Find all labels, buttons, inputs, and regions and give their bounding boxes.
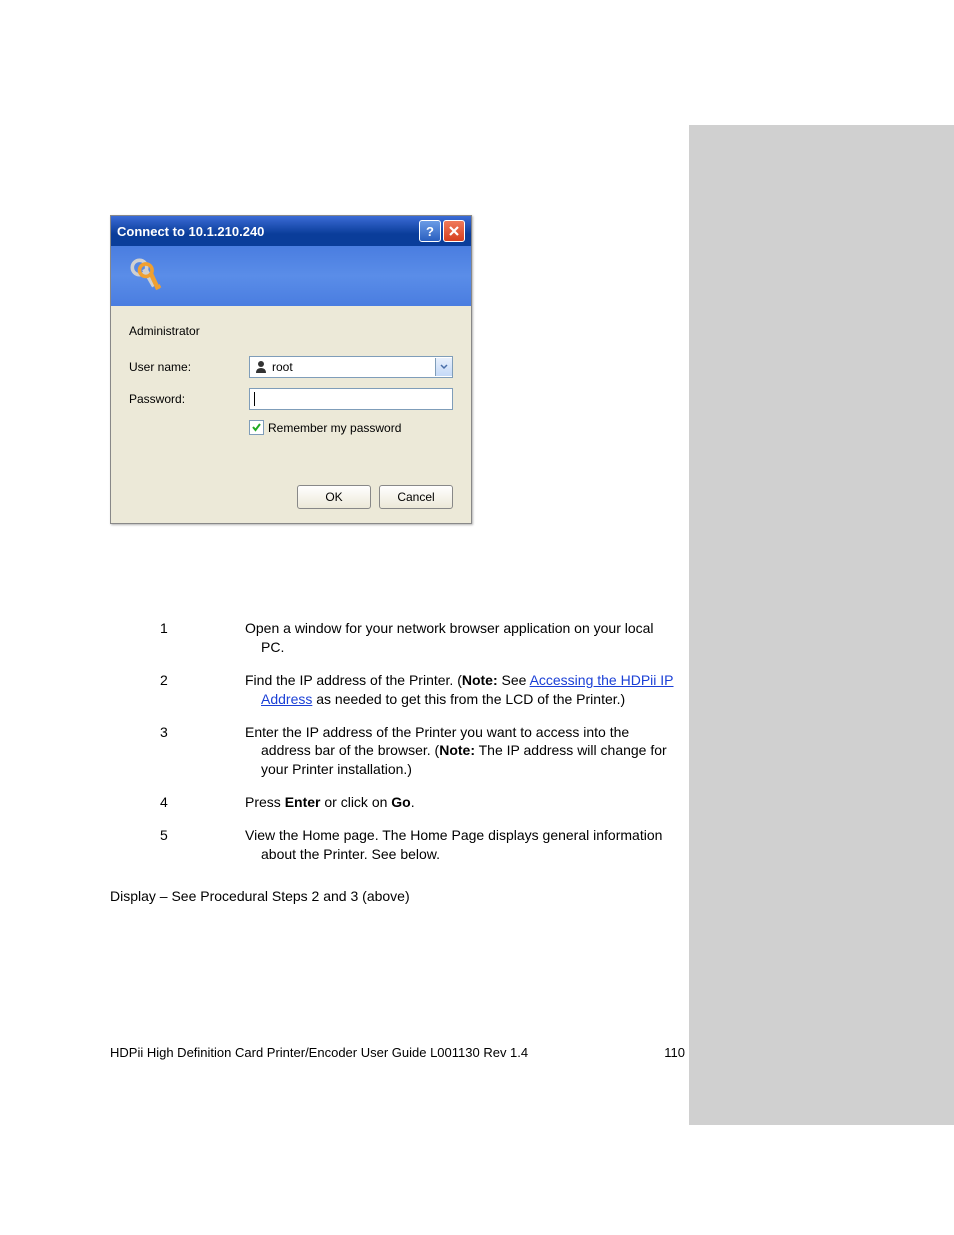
step-number: 4	[160, 793, 245, 812]
page-footer: HDPii High Definition Card Printer/Encod…	[110, 1045, 685, 1060]
password-input[interactable]	[249, 388, 453, 410]
display-caption: Display – See Procedural Steps 2 and 3 (…	[110, 888, 685, 904]
dialog-title: Connect to 10.1.210.240	[117, 224, 264, 239]
step-row: 4 Press Enter or click on Go.	[160, 793, 680, 812]
step-row: 1 Open a window for your network browser…	[160, 619, 680, 657]
help-button[interactable]: ?	[419, 220, 441, 242]
dropdown-arrow[interactable]	[435, 358, 452, 376]
keys-icon	[126, 254, 171, 299]
step-row: 5 View the Home page. The Home Page disp…	[160, 826, 680, 864]
step-number: 2	[160, 671, 245, 709]
titlebar-buttons: ?	[419, 220, 465, 242]
step-text: Find the IP address of the Printer. (Not…	[245, 671, 680, 709]
password-row: Password:	[129, 388, 453, 410]
username-row: User name: root	[129, 356, 453, 378]
step-number: 3	[160, 723, 245, 780]
step-row: 3 Enter the IP address of the Printer yo…	[160, 723, 680, 780]
step-text: Open a window for your network browser a…	[245, 619, 680, 657]
password-label: Password:	[129, 392, 249, 406]
username-value: root	[272, 360, 435, 374]
right-margin-column	[689, 125, 954, 1125]
remember-label: Remember my password	[268, 421, 401, 435]
step-text: Press Enter or click on Go.	[245, 793, 680, 812]
username-combobox[interactable]: root	[249, 356, 453, 378]
cancel-button[interactable]: Cancel	[379, 485, 453, 509]
step-number: 5	[160, 826, 245, 864]
steps-table: 1 Open a window for your network browser…	[160, 619, 680, 864]
text-cursor	[254, 392, 255, 406]
realm-label: Administrator	[129, 324, 453, 338]
step-number: 1	[160, 619, 245, 657]
step-text: Enter the IP address of the Printer you …	[245, 723, 680, 780]
dialog-buttons: OK Cancel	[111, 475, 471, 523]
step-text: View the Home page. The Home Page displa…	[245, 826, 680, 864]
page-content: Connect to 10.1.210.240 ? Administrator …	[110, 215, 685, 904]
footer-left: HDPii High Definition Card Printer/Encod…	[110, 1045, 528, 1060]
close-icon	[448, 225, 460, 237]
dialog-banner	[111, 246, 471, 306]
remember-checkbox[interactable]	[249, 420, 264, 435]
ok-button[interactable]: OK	[297, 485, 371, 509]
auth-dialog: Connect to 10.1.210.240 ? Administrator …	[110, 215, 472, 524]
page-number: 110	[664, 1045, 685, 1060]
person-icon	[254, 360, 268, 374]
step-row: 2 Find the IP address of the Printer. (N…	[160, 671, 680, 709]
remember-row: Remember my password	[249, 420, 453, 435]
checkmark-icon	[251, 422, 262, 433]
dialog-titlebar: Connect to 10.1.210.240 ?	[111, 216, 471, 246]
dialog-body: Administrator User name: root Password:	[111, 306, 471, 475]
chevron-down-icon	[440, 364, 448, 370]
close-button[interactable]	[443, 220, 465, 242]
username-label: User name:	[129, 360, 249, 374]
